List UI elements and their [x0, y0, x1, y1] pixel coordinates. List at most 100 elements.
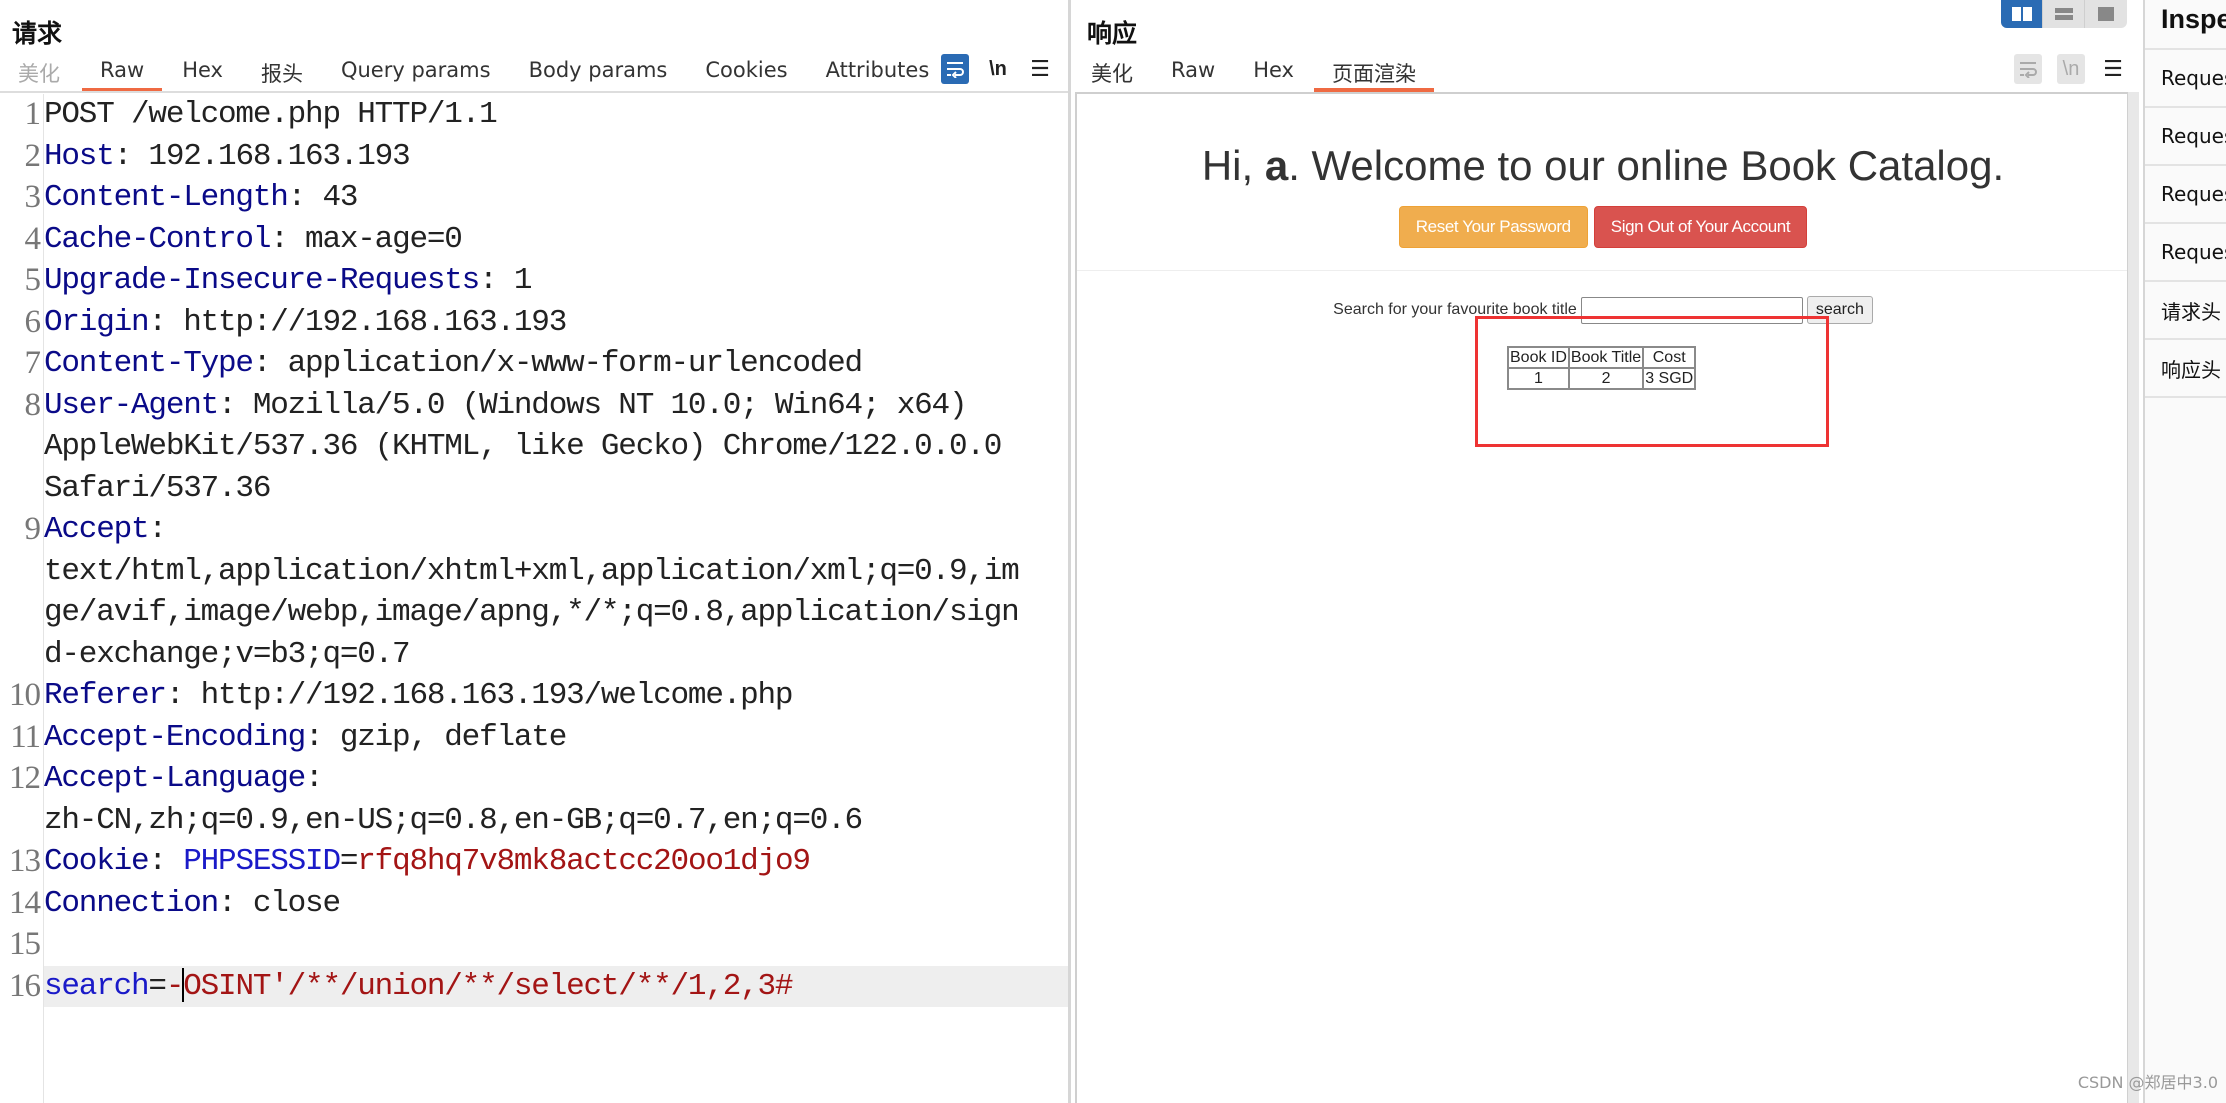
show-newlines-button[interactable]: \n	[984, 54, 1012, 84]
header-name: Cache-Control	[44, 221, 271, 257]
tab-hex[interactable]: Hex	[1253, 54, 1294, 92]
code-line[interactable]: 1 POST /welcome.php HTTP/1.1	[0, 94, 1068, 136]
code-line[interactable]: d-exchange;v=b3;q=0.7	[0, 634, 1068, 676]
tab-attributes[interactable]: Attributes	[826, 54, 930, 92]
inspector-response-headers[interactable]: 响应头	[2145, 338, 2226, 396]
code-line[interactable]: 16 search=-OSINT'/**/union/**/select/**/1…	[0, 965, 1068, 1007]
header-value: =	[339, 844, 359, 879]
line-number: 6	[24, 303, 42, 340]
show-newlines-button[interactable]: \n	[2057, 54, 2085, 84]
code-line[interactable]: 7 Content-Type: application/x-www-form-ur…	[0, 343, 1068, 385]
tab-cookies[interactable]: Cookies	[705, 54, 787, 92]
inspector-request-cookies[interactable]: Request cookies	[2145, 222, 2226, 280]
tab-raw[interactable]: Raw	[81, 54, 163, 92]
header-name: Connection	[44, 885, 219, 921]
sign-out-button[interactable]: Sign Out of Your Account	[1593, 206, 1808, 248]
word-wrap-button[interactable]	[941, 54, 969, 84]
line-number	[0, 426, 44, 468]
code-line[interactable]: 6 Origin: http://192.168.163.193	[0, 302, 1068, 344]
line-text: AppleWebKit/537.36 (KHTML, like Gecko) C…	[44, 426, 1068, 468]
watermark: CSDN @郑居中3.0	[2077, 1073, 2218, 1092]
request-editor[interactable]: 1 POST /welcome.php HTTP/1.1 2 Host: 192.16…	[0, 94, 1068, 1103]
vertical-scrollbar[interactable]	[2127, 92, 2139, 1103]
header-value: d-exchange;v=b3;q=0.7	[44, 636, 411, 672]
view-side-by-side-button[interactable]	[2001, 0, 2043, 28]
line-text: Content-Type: application/x-www-form-url…	[44, 343, 1068, 385]
line-number: 9	[24, 511, 42, 547]
header-name: Upgrade-Insecure-Requests	[44, 263, 480, 298]
header-name: Cookie	[44, 844, 150, 879]
line-text: Accept:	[44, 509, 1068, 551]
line-text: text/html,application/xhtml+xml,applicat…	[44, 551, 1068, 593]
inspector-request-body-params[interactable]: Request body parameters	[2145, 164, 2226, 222]
tabs-divider	[0, 91, 1068, 93]
username: a	[1264, 142, 1289, 189]
header-name: Accept-Encoding	[44, 719, 306, 755]
code-line[interactable]: 13 Cookie: PHPSESSID=rfq8hq7v8mk8actcc20o…	[0, 841, 1068, 883]
header-name: User-Agent	[44, 387, 219, 423]
tab-render[interactable]: 页面渲染	[1313, 54, 1434, 92]
header-value: POST /welcome.php HTTP/1.1	[44, 97, 498, 132]
line-text: zh-CN,zh;q=0.9,en-US;q=0.8,en-GB;q=0.7,e…	[44, 800, 1068, 842]
inspector-request-query-params[interactable]: Request query parameters	[2145, 106, 2226, 164]
code-line[interactable]: zh-CN,zh;q=0.9,en-US;q=0.8,en-GB;q=0.7,e…	[0, 800, 1068, 842]
code-line[interactable]: 5 Upgrade-Insecure-Requests: 1	[0, 260, 1068, 302]
header-name: Host	[44, 138, 115, 174]
menu-icon: ☰	[2103, 56, 2123, 81]
inspector-request-attributes[interactable]: Request attributes	[2145, 48, 2226, 106]
header-value: : application/x-www-form-urlencoded	[252, 346, 863, 381]
code-line[interactable]: 10 Referer: http://192.168.163.193/welcom…	[0, 675, 1068, 717]
view-stacked-button[interactable]	[2043, 0, 2085, 28]
code-line[interactable]: AppleWebKit/537.36 (KHTML, like Gecko) C…	[0, 426, 1068, 468]
code-line[interactable]: 9 Accept:	[0, 509, 1068, 551]
line-text: ge/avif,image/webp,image/apng,*/*;q=0.8,…	[44, 592, 1068, 634]
tab-raw[interactable]: Raw	[1171, 54, 1215, 92]
code-line[interactable]: text/html,application/xhtml+xml,applicat…	[0, 551, 1068, 593]
word-wrap-button[interactable]	[2014, 54, 2042, 84]
line-number: 15	[9, 926, 41, 962]
view-single-button[interactable]	[2085, 0, 2127, 28]
tab-body-params[interactable]: Body params	[529, 54, 668, 92]
columns-icon	[2011, 7, 2032, 21]
tab-pretty[interactable]: 美化	[1091, 54, 1133, 92]
annotation-highlight-box	[1475, 316, 1829, 447]
code-line[interactable]: 8 User-Agent: Mozilla/5.0 (Windows NT 10.…	[0, 385, 1068, 427]
code-line[interactable]: 11 Accept-Encoding: gzip, deflate	[0, 717, 1068, 759]
line-number: 12	[9, 760, 41, 796]
code-line[interactable]: 4 Cache-Control: max-age=0	[0, 219, 1068, 261]
inspector-request-headers[interactable]: 请求头	[2145, 280, 2226, 338]
rendered-page: Hi, a. Welcome to our online Book Catalo…	[1075, 92, 2127, 1103]
line-number	[0, 592, 44, 634]
line-text: Cache-Control: max-age=0	[44, 219, 1068, 261]
line-text: Content-Length: 43	[44, 177, 1068, 219]
menu-button[interactable]: ☰	[2099, 54, 2127, 84]
header-value: :	[148, 844, 184, 879]
line-number: 14	[9, 884, 41, 921]
tab-headers[interactable]: 报头	[261, 54, 303, 92]
line-number	[0, 800, 44, 842]
code-line[interactable]: ge/avif,image/webp,image/apng,*/*;q=0.8,…	[0, 592, 1068, 634]
code-line[interactable]: 14 Connection: close	[0, 883, 1068, 925]
header-value: : http://192.168.163.193/welcome.php	[165, 678, 794, 713]
code-line[interactable]: 3 Content-Length: 43	[0, 177, 1068, 219]
header-name: Content-Type	[44, 346, 254, 381]
code-line[interactable]: 12 Accept-Language:	[0, 758, 1068, 800]
line-text: Host: 192.168.163.193	[44, 136, 1068, 178]
menu-button[interactable]: ☰	[1026, 54, 1054, 84]
header-value: AppleWebKit/537.36 (KHTML, like Gecko) C…	[44, 429, 1002, 464]
param-token: search	[44, 968, 150, 1004]
code-line[interactable]: 2 Host: 192.168.163.193	[0, 136, 1068, 178]
header-value: =	[148, 968, 167, 1004]
code-line[interactable]: 15	[0, 924, 1068, 966]
line-number	[0, 468, 44, 510]
tab-query-params[interactable]: Query params	[341, 54, 491, 92]
section-divider	[1077, 270, 2127, 271]
reset-password-button[interactable]: Reset Your Password	[1398, 206, 1588, 248]
panel-splitter[interactable]	[1068, 0, 1071, 1103]
tab-hex[interactable]: Hex	[182, 54, 223, 92]
tab-pretty[interactable]: 美化	[18, 54, 60, 92]
greeting-suffix: . Welcome to our online Book Catalog.	[1288, 142, 2005, 189]
code-line[interactable]: Safari/537.36	[0, 468, 1068, 510]
line-text: POST /welcome.php HTTP/1.1	[44, 94, 1068, 136]
param-token: rfq8hq7v8mk8actcc20oo1djo9	[357, 844, 811, 879]
